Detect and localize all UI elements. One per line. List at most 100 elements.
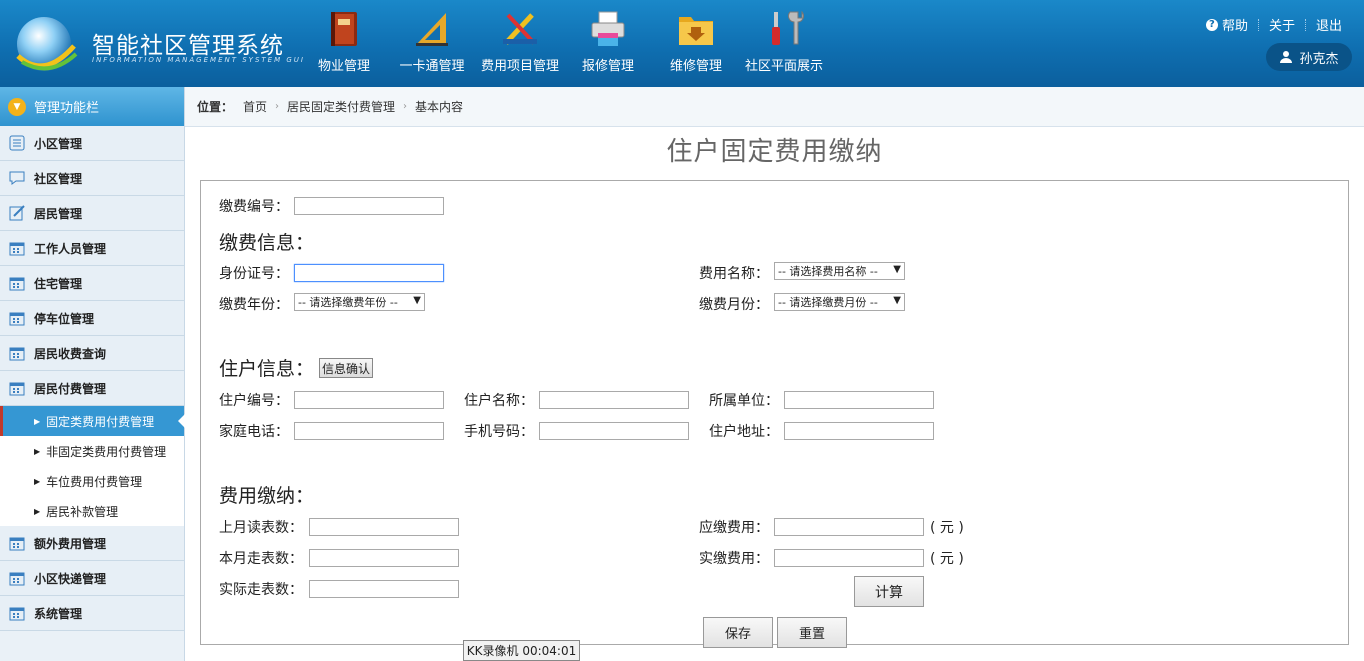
this-usage-input[interactable] (309, 549, 459, 567)
recorder-overlay: KK录像机 00:04:01 (463, 640, 580, 661)
dropdown-caret-icon: ▼ (893, 264, 901, 275)
paid-fee-input[interactable] (774, 549, 924, 567)
due-fee-label: 应缴费用： (699, 520, 769, 536)
screwdriver-wrench-icon (772, 10, 804, 45)
calendar-icon (9, 382, 25, 396)
printer-icon (591, 11, 625, 46)
user-name: 孙克杰 (1299, 51, 1339, 67)
fee-name-select[interactable]: -- 请选择费用名称 -- ▼ (774, 262, 905, 280)
resident-no-input[interactable] (294, 391, 444, 409)
help-icon: ? (1205, 18, 1218, 31)
folder-download-icon (679, 17, 713, 45)
unit-input[interactable] (784, 391, 934, 409)
caret-right-icon: ▶ (34, 476, 41, 486)
breadcrumb-home[interactable]: 首页 (243, 98, 267, 115)
about-link[interactable]: 关于 (1269, 15, 1295, 34)
actual-usage-input[interactable] (309, 580, 459, 598)
breadcrumb-section[interactable]: 居民固定类付费管理 (287, 98, 395, 115)
sidebar-title: 管理功能栏 (34, 101, 100, 116)
sidebar-item-payment[interactable]: 居民付费管理 (0, 371, 184, 406)
mobile-label: 手机号码： (464, 424, 534, 440)
chevron-down-icon: ▼ (8, 97, 26, 116)
pay-year-select[interactable]: -- 请选择缴费年份 -- ▼ (294, 293, 425, 311)
list-icon (9, 135, 25, 151)
home-phone-input[interactable] (294, 422, 444, 440)
sidebar-item-residents[interactable]: 居民管理 (0, 196, 184, 231)
app-title: 智能社区管理系统 (92, 33, 284, 59)
user-icon (1280, 51, 1293, 63)
id-card-input[interactable] (294, 264, 444, 282)
fee-name-label: 费用名称： (699, 266, 769, 282)
breadcrumb-current: 基本内容 (415, 100, 464, 114)
sidebar-item-system[interactable]: 系统管理 (0, 596, 184, 631)
sidebar-header[interactable]: ▼ 管理功能栏 (0, 87, 184, 126)
last-reading-input[interactable] (309, 518, 459, 536)
calendar-icon (9, 242, 25, 256)
pay-year-label: 缴费年份： (219, 297, 289, 313)
top-nav: 物业管理 一卡通管理 费用项目管理 报修管理 维修管理 社区平面展示 (300, 0, 828, 87)
address-input[interactable] (784, 422, 934, 440)
divider (1304, 18, 1306, 31)
calendar-icon (9, 607, 25, 621)
breadcrumb-label: 位置： (197, 100, 234, 114)
edit-icon (9, 205, 25, 221)
mobile-input[interactable] (539, 422, 689, 440)
nav-community-map[interactable]: 社区平面展示 (740, 0, 828, 87)
sidebar-item-parking[interactable]: 停车位管理 (0, 301, 184, 336)
paid-fee-unit: ( 元 ) (930, 551, 964, 567)
globe-logo-icon (16, 17, 78, 71)
address-label: 住户地址： (709, 424, 779, 440)
calendar-icon (9, 572, 25, 586)
this-usage-label: 本月走表数： (219, 551, 303, 567)
logout-link[interactable]: 退出 (1316, 15, 1342, 34)
top-header: 智能社区管理系统 INFORMATION MANAGEMENT SYSTEM G… (0, 0, 1364, 87)
last-reading-label: 上月读表数： (219, 520, 303, 536)
sidebar-item-extra-fee[interactable]: 额外费用管理 (0, 526, 184, 561)
user-badge[interactable]: 孙克杰 (1266, 43, 1352, 71)
sidebar-item-community[interactable]: 社区管理 (0, 161, 184, 196)
sidebar-subitem-supplement[interactable]: ▶ 居民补款管理 (0, 496, 184, 526)
sidebar-item-estate[interactable]: 小区管理 (0, 126, 184, 161)
save-button[interactable]: 保存 (703, 617, 773, 648)
confirm-info-button[interactable]: 信息确认 (319, 358, 374, 378)
sidebar-subitem-fixed-fee[interactable]: ▶ 固定类费用付费管理 (0, 406, 185, 436)
ruler-triangle-icon (416, 13, 448, 46)
nav-card[interactable]: 一卡通管理 (388, 0, 476, 87)
caret-right-icon: ▶ (34, 416, 41, 426)
dropdown-caret-icon: ▼ (413, 295, 421, 306)
chevron-right-icon: › (275, 101, 280, 112)
payment-no-label: 缴费编号： (219, 199, 289, 215)
calendar-icon (9, 537, 25, 551)
sidebar-submenu: ▶ 固定类费用付费管理 ▶ 非固定类费用付费管理 ▶ 车位费用付费管理 ▶ 居民… (0, 406, 185, 526)
due-fee-input[interactable] (774, 518, 924, 536)
nav-fee-items[interactable]: 费用项目管理 (476, 0, 564, 87)
tools-pencil-icon (503, 13, 537, 45)
pay-month-label: 缴费月份： (699, 297, 769, 313)
section-fee-title: 费用缴纳： (219, 485, 315, 507)
unit-label: 所属单位： (709, 393, 779, 409)
payment-no-input[interactable] (294, 197, 444, 215)
chevron-right-icon: › (403, 101, 408, 112)
calendar-icon (9, 312, 25, 326)
caret-right-icon: ▶ (34, 506, 41, 516)
resident-name-input[interactable] (539, 391, 689, 409)
sidebar-item-fee-query[interactable]: 居民收费查询 (0, 336, 184, 371)
actual-usage-label: 实际走表数： (219, 582, 303, 598)
nav-repair-report[interactable]: 报修管理 (564, 0, 652, 87)
sidebar-item-staff[interactable]: 工作人员管理 (0, 231, 184, 266)
sidebar-subitem-parking-fee[interactable]: ▶ 车位费用付费管理 (0, 466, 184, 496)
section-payment-title: 缴费信息： (219, 232, 315, 254)
section-resident-title: 住户信息： (219, 358, 315, 380)
nav-maintenance[interactable]: 维修管理 (652, 0, 740, 87)
reset-button[interactable]: 重置 (777, 617, 847, 648)
help-link[interactable]: 帮助 (1222, 15, 1248, 34)
sidebar: ▼ 管理功能栏 小区管理 社区管理 居民管理 工作人员管理 住宅管理 停车位管理… (0, 87, 185, 661)
pay-month-select[interactable]: -- 请选择缴费月份 -- ▼ (774, 293, 905, 311)
calculate-button[interactable]: 计算 (854, 576, 924, 607)
sidebar-item-express[interactable]: 小区快递管理 (0, 561, 184, 596)
nav-property[interactable]: 物业管理 (300, 0, 388, 87)
caret-right-icon: ▶ (34, 446, 41, 456)
sidebar-subitem-nonfixed-fee[interactable]: ▶ 非固定类费用付费管理 (0, 436, 184, 466)
sidebar-item-housing[interactable]: 住宅管理 (0, 266, 184, 301)
chat-icon (9, 171, 25, 185)
